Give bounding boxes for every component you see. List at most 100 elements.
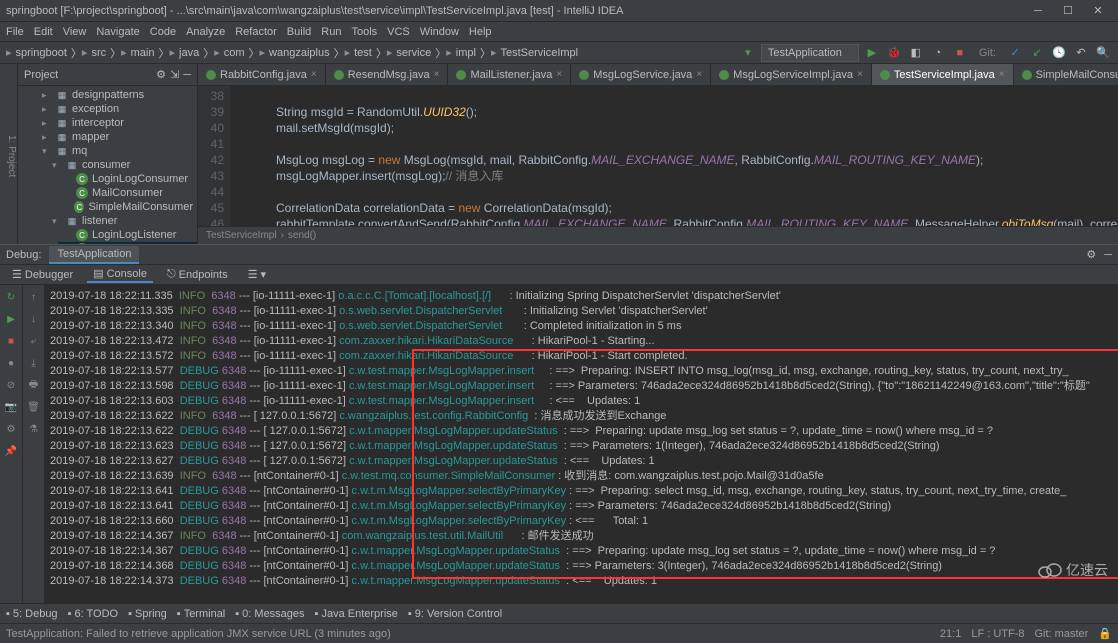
debug-run-tab[interactable]: TestApplication: [49, 246, 139, 264]
run-button[interactable]: ▶: [863, 44, 881, 62]
close-button[interactable]: ✕: [1084, 2, 1112, 20]
breadcrumb-item[interactable]: ▸ springboot: [6, 46, 67, 59]
menu-file[interactable]: File: [6, 26, 24, 38]
tree-item-consumer[interactable]: ▾▦consumer: [48, 158, 197, 172]
up-stack-button[interactable]: ↑: [26, 289, 42, 305]
git-revert-icon[interactable]: ↶: [1072, 44, 1090, 62]
close-icon[interactable]: ×: [556, 69, 562, 80]
menu-help[interactable]: Help: [469, 26, 492, 38]
menu-navigate[interactable]: Navigate: [96, 26, 139, 38]
debugger-subtab[interactable]: ☰Debugger: [6, 267, 79, 282]
build-icon[interactable]: ▾: [739, 44, 757, 62]
run-config-select[interactable]: TestApplication: [761, 44, 859, 62]
bottom-tool[interactable]: ▪5: Debug: [6, 608, 58, 620]
breadcrumb-item[interactable]: ▸ java: [169, 46, 199, 59]
scroll-end-button[interactable]: ⤓: [26, 355, 42, 371]
encoding-indicator[interactable]: LF : UTF-8: [971, 628, 1024, 640]
menu-view[interactable]: View: [63, 26, 87, 38]
close-icon[interactable]: ×: [857, 69, 863, 80]
editor-tab[interactable]: MsgLogService.java×: [571, 64, 711, 85]
coverage-button[interactable]: ◧: [907, 44, 925, 62]
search-everywhere-icon[interactable]: 🔍: [1094, 44, 1112, 62]
menu-edit[interactable]: Edit: [34, 26, 53, 38]
bottom-tool[interactable]: ▪0: Messages: [235, 608, 304, 620]
project-tree[interactable]: ▸▦designpatterns▸▦exception▸▦interceptor…: [18, 86, 197, 244]
bottom-tool[interactable]: ▪Spring: [128, 608, 167, 620]
endpoints-subtab[interactable]: ⎋Endpoints: [161, 267, 234, 282]
git-commit-icon[interactable]: ↙: [1028, 44, 1046, 62]
menu-analyze[interactable]: Analyze: [186, 26, 225, 38]
profile-button[interactable]: ◔: [929, 44, 947, 62]
breadcrumb-item[interactable]: ▸ service: [387, 46, 431, 59]
breadcrumb-item[interactable]: ▸ wangzaiplus: [260, 46, 330, 59]
mute-breakpoints-button[interactable]: ⊘: [3, 377, 19, 393]
menu-run[interactable]: Run: [321, 26, 341, 38]
editor-tab[interactable]: MailListener.java×: [448, 64, 571, 85]
rerun-button[interactable]: ↻: [3, 289, 19, 305]
git-update-icon[interactable]: ✓: [1006, 44, 1024, 62]
editor-tab[interactable]: RabbitConfig.java×: [198, 64, 326, 85]
tree-item-MailConsumer[interactable]: CMailConsumer: [58, 186, 197, 200]
soft-wrap-button[interactable]: ⤶: [26, 333, 42, 349]
menu-build[interactable]: Build: [287, 26, 311, 38]
git-history-icon[interactable]: 🕓: [1050, 44, 1068, 62]
tree-item-exception[interactable]: ▸▦exception: [38, 102, 197, 116]
menu-vcs[interactable]: VCS: [387, 26, 410, 38]
clear-button[interactable]: 🗑: [26, 399, 42, 415]
close-icon[interactable]: ×: [434, 69, 440, 80]
menu-refactor[interactable]: Refactor: [235, 26, 277, 38]
close-icon[interactable]: ×: [696, 69, 702, 80]
bottom-tool[interactable]: ▪9: Version Control: [408, 608, 502, 620]
console-subtab[interactable]: ▤Console: [87, 266, 153, 283]
maximize-button[interactable]: ☐: [1054, 2, 1082, 20]
breadcrumb-item[interactable]: ▸ main: [121, 46, 154, 59]
close-icon[interactable]: ×: [999, 69, 1005, 80]
bottom-tool[interactable]: ▪Terminal: [177, 608, 225, 620]
project-hide-icon[interactable]: ─: [183, 69, 191, 81]
menu-window[interactable]: Window: [420, 26, 459, 38]
tree-item-interceptor[interactable]: ▸▦interceptor: [38, 116, 197, 130]
breadcrumb-item[interactable]: ▸ TestServiceImpl: [491, 46, 578, 59]
tree-item-LoginLogConsumer[interactable]: CLoginLogConsumer: [58, 172, 197, 186]
tree-item-mapper[interactable]: ▸▦mapper: [38, 130, 197, 144]
editor-tab[interactable]: MsgLogServiceImpl.java×: [711, 64, 872, 85]
view-breakpoints-button[interactable]: ●: [3, 355, 19, 371]
stop-button[interactable]: ■: [951, 44, 969, 62]
console-output[interactable]: 2019-07-18 18:22:11.335 INFO 6348 --- [i…: [44, 285, 1118, 603]
editor-tab[interactable]: SimpleMailConsumer.java×: [1014, 64, 1118, 85]
settings-button[interactable]: ⚙: [3, 421, 19, 437]
tree-item-LoginLogListener[interactable]: CLoginLogListener: [58, 228, 197, 242]
pin-button[interactable]: 📌: [3, 443, 19, 459]
lock-icon[interactable]: 🔒: [1098, 627, 1112, 640]
project-tool-tab[interactable]: 1: Project: [6, 135, 17, 177]
debug-hide-icon[interactable]: ─: [1104, 249, 1112, 261]
breadcrumb-item[interactable]: ▸ src: [82, 46, 106, 59]
filter-button[interactable]: ⚗: [26, 421, 42, 437]
bottom-tool[interactable]: ▪Java Enterprise: [315, 608, 398, 620]
editor-tab[interactable]: TestServiceImpl.java×: [872, 64, 1014, 85]
down-stack-button[interactable]: ↓: [26, 311, 42, 327]
stop-debug-button[interactable]: ■: [3, 333, 19, 349]
bottom-tool[interactable]: ▪6: TODO: [68, 608, 119, 620]
editor-crumb-class[interactable]: TestServiceImpl: [206, 230, 277, 241]
get-thread-dump-button[interactable]: 📷: [3, 399, 19, 415]
code-area[interactable]: String msgId = RandomUtil.UUID32(); mail…: [230, 86, 1118, 226]
tree-item-SimpleMailConsumer[interactable]: CSimpleMailConsumer: [58, 200, 197, 214]
debug-settings-icon[interactable]: ⚙: [1086, 248, 1096, 261]
more-subtab[interactable]: ☰ ▾: [242, 267, 272, 282]
editor-crumb-method[interactable]: send(): [288, 230, 316, 241]
editor-body[interactable]: 38394041424344454647 String msgId = Rand…: [198, 86, 1118, 226]
breadcrumb-item[interactable]: ▸ impl: [446, 46, 476, 59]
breadcrumb-item[interactable]: ▸ test: [345, 46, 372, 59]
minimize-button[interactable]: ─: [1024, 2, 1052, 20]
debug-button[interactable]: 🐞: [885, 44, 903, 62]
menu-tools[interactable]: Tools: [351, 26, 377, 38]
breadcrumb-item[interactable]: ▸ com: [214, 46, 244, 59]
tree-item-mq[interactable]: ▾▦mq: [38, 144, 197, 158]
close-icon[interactable]: ×: [311, 69, 317, 80]
menu-code[interactable]: Code: [150, 26, 176, 38]
git-branch[interactable]: Git: master: [1035, 628, 1089, 640]
tree-item-listener[interactable]: ▾▦listener: [48, 214, 197, 228]
print-button[interactable]: 🖶: [26, 377, 42, 393]
resume-button[interactable]: ▶: [3, 311, 19, 327]
